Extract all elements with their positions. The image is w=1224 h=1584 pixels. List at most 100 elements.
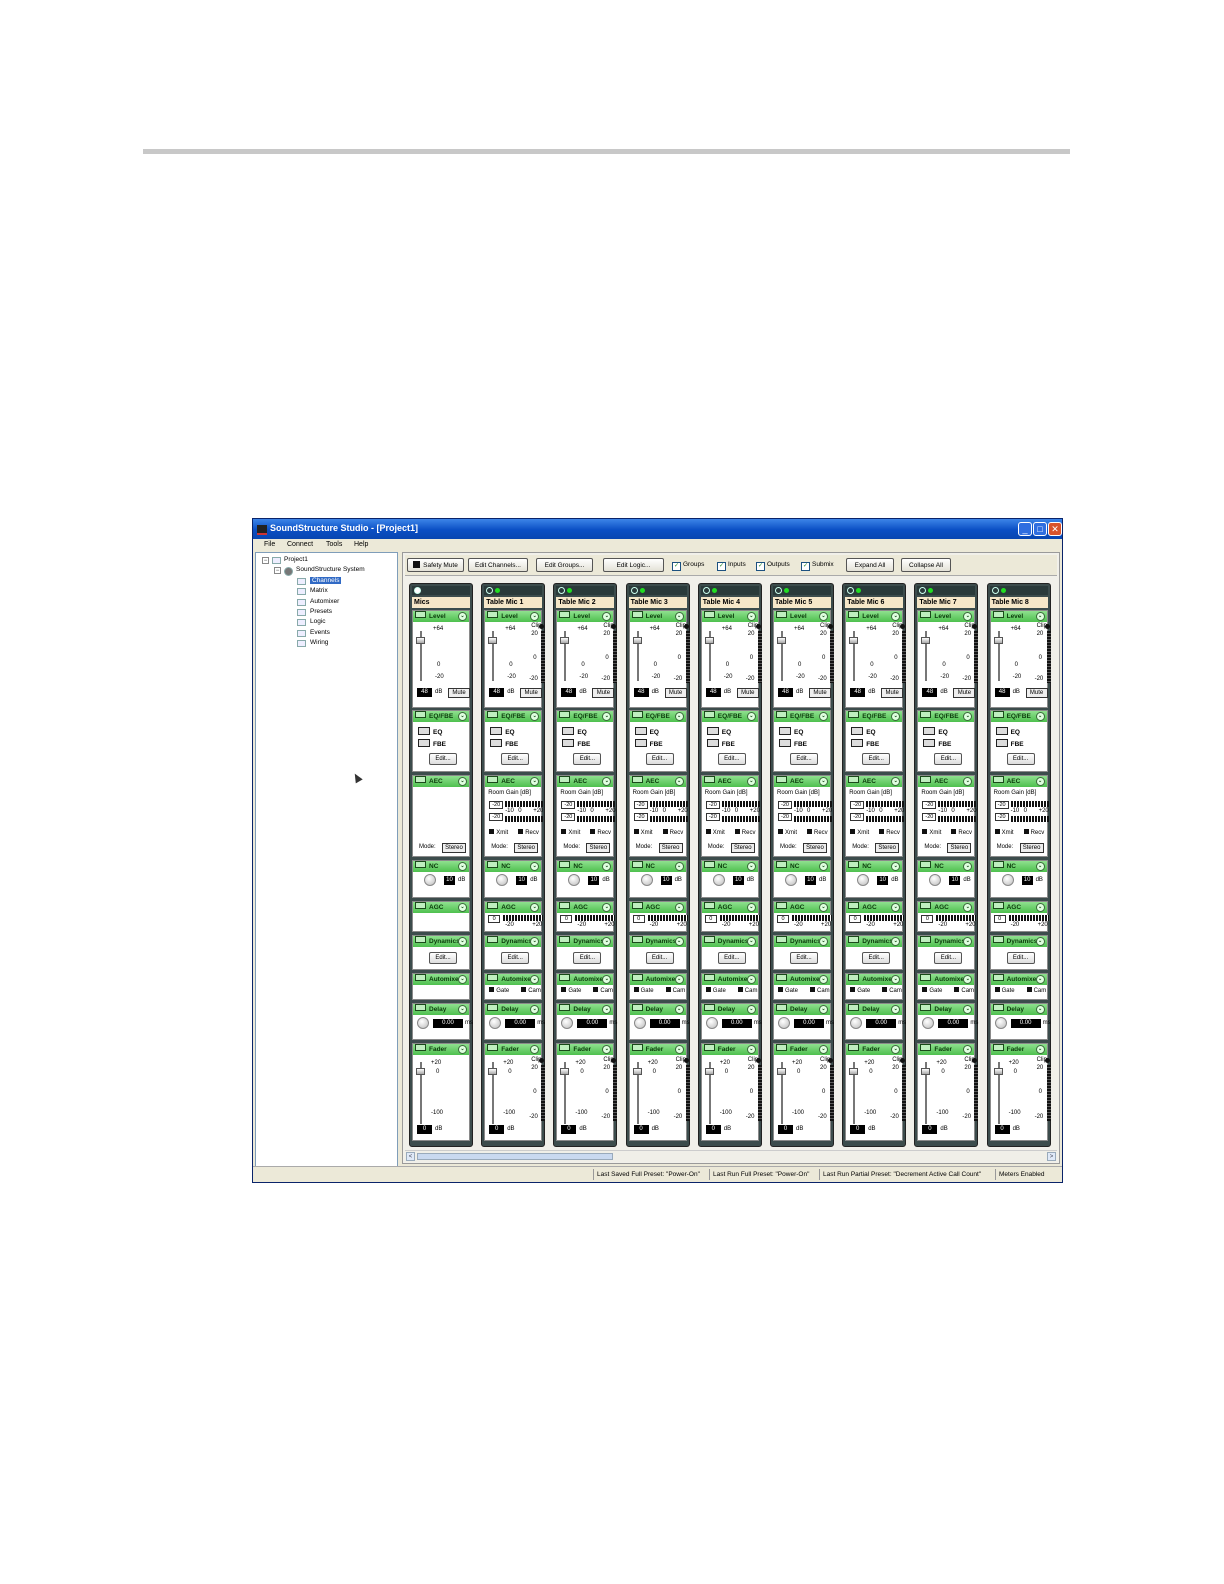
dynamics-header[interactable]: Dynamics ⌄ xyxy=(774,936,830,947)
eq-edit-button[interactable]: Edit... xyxy=(645,753,674,765)
eq-edit-button[interactable]: Edit... xyxy=(790,753,818,765)
toggle-icon[interactable] xyxy=(631,936,643,943)
chevron-down-icon[interactable]: ⌄ xyxy=(458,903,467,912)
level-header[interactable]: Level ⌄ xyxy=(557,611,614,622)
dynamics-edit-button[interactable]: Edit... xyxy=(645,952,674,964)
aec-header[interactable]: AEC ⌄ xyxy=(629,776,686,787)
chevron-down-icon[interactable]: ⌄ xyxy=(963,777,973,786)
level-slider-thumb[interactable] xyxy=(849,637,859,644)
toggle-icon[interactable] xyxy=(848,611,860,618)
fader-thumb[interactable] xyxy=(849,1068,859,1075)
toggle-icon[interactable] xyxy=(559,776,571,783)
toggle-icon[interactable] xyxy=(559,902,571,909)
automixer-header[interactable]: Automixer ⌄ xyxy=(990,974,1047,985)
strip-header[interactable] xyxy=(917,586,976,595)
toggle-icon[interactable] xyxy=(415,611,426,618)
fader-thumb[interactable] xyxy=(632,1068,642,1075)
toggle-icon[interactable] xyxy=(631,974,643,981)
dynamics-header[interactable]: Dynamics ⌄ xyxy=(413,936,469,947)
chevron-down-icon[interactable]: ⌄ xyxy=(530,975,540,984)
fader-readout[interactable]: 0 xyxy=(705,1125,721,1134)
toggle-icon[interactable] xyxy=(487,776,499,783)
room-gain-box[interactable]: -20 xyxy=(778,813,792,821)
level-header[interactable]: Level ⌄ xyxy=(629,611,686,622)
eq-toggle[interactable]: EQ xyxy=(995,727,1020,736)
chevron-down-icon[interactable]: ⌄ xyxy=(819,712,828,721)
submix-checkbox[interactable]: ✓ Submix xyxy=(801,561,834,571)
aec-mode-select[interactable]: Stereo xyxy=(514,843,539,853)
aec-mode-select[interactable]: Stereo xyxy=(730,843,755,853)
toggle-icon[interactable] xyxy=(920,711,932,718)
eq-toggle[interactable]: EQ xyxy=(706,727,731,736)
room-gain-box[interactable]: -20 xyxy=(922,813,937,821)
menu-tools[interactable]: Tools xyxy=(326,541,342,548)
mute-button[interactable]: Mute xyxy=(953,688,976,698)
eq-toggle[interactable]: EQ xyxy=(562,727,587,736)
toggle-icon[interactable] xyxy=(992,861,1004,868)
fader-header[interactable]: Fader ⌄ xyxy=(774,1044,830,1055)
toggle-icon[interactable] xyxy=(559,611,571,618)
level-slider-thumb[interactable] xyxy=(560,637,570,644)
chevron-down-icon[interactable]: ⌄ xyxy=(602,1045,612,1054)
chevron-down-icon[interactable]: ⌄ xyxy=(602,975,612,984)
mute-button[interactable]: Mute xyxy=(1025,688,1048,698)
toggle-icon[interactable] xyxy=(848,1044,860,1051)
agc-header[interactable]: AGC ⌄ xyxy=(485,902,542,913)
level-readout[interactable]: 48 xyxy=(994,688,1010,697)
toggle-icon[interactable] xyxy=(848,974,860,981)
toggle-icon[interactable] xyxy=(920,902,932,909)
inputs-checkbox[interactable]: ✓ Inputs xyxy=(717,561,746,571)
nc-readout[interactable]: 10 xyxy=(516,876,528,885)
chevron-down-icon[interactable]: ⌄ xyxy=(458,777,467,786)
chevron-down-icon[interactable]: ⌄ xyxy=(602,612,612,621)
delay-header[interactable]: Delay ⌄ xyxy=(557,1004,614,1015)
toggle-icon[interactable] xyxy=(776,611,787,618)
fbe-toggle[interactable]: FBE xyxy=(634,739,663,748)
channel-name[interactable]: Table Mic 3 xyxy=(628,597,687,608)
eqfbe-header[interactable]: EQ/FBE ⌄ xyxy=(918,711,975,722)
chevron-down-icon[interactable]: ⌄ xyxy=(891,862,901,871)
nc-knob[interactable] xyxy=(424,874,436,886)
toggle-icon[interactable] xyxy=(487,1044,499,1051)
nc-header[interactable]: NC ⌄ xyxy=(413,861,469,872)
toggle-icon[interactable] xyxy=(559,974,571,981)
chevron-down-icon[interactable]: ⌄ xyxy=(602,777,612,786)
expand-all-button[interactable]: Expand All xyxy=(846,558,894,572)
tree-item-logic[interactable]: Logic xyxy=(310,618,326,625)
room-gain-box[interactable]: -20 xyxy=(633,813,648,821)
chevron-down-icon[interactable]: ⌄ xyxy=(746,862,756,871)
fader-thumb[interactable] xyxy=(921,1068,931,1075)
nc-header[interactable]: NC ⌄ xyxy=(701,861,758,872)
fader-readout[interactable]: 0 xyxy=(922,1125,938,1134)
automixer-header[interactable]: Automixer ⌄ xyxy=(701,974,758,985)
agc-box[interactable]: 0 xyxy=(704,915,717,923)
level-slider-thumb[interactable] xyxy=(632,637,642,644)
tree-item-wiring[interactable]: Wiring xyxy=(310,639,328,646)
level-header[interactable]: Level ⌄ xyxy=(701,611,758,622)
expand-icon[interactable]: − xyxy=(262,557,269,564)
aec-header[interactable]: AEC ⌄ xyxy=(413,776,469,787)
dynamics-edit-button[interactable]: Edit... xyxy=(934,952,963,964)
toggle-icon[interactable] xyxy=(992,902,1004,909)
dynamics-edit-button[interactable]: Edit... xyxy=(573,952,602,964)
agc-header[interactable]: AGC ⌄ xyxy=(846,902,903,913)
chevron-down-icon[interactable]: ⌄ xyxy=(458,975,467,984)
toggle-icon[interactable] xyxy=(703,861,715,868)
dynamics-header[interactable]: Dynamics ⌄ xyxy=(846,936,903,947)
toggle-icon[interactable] xyxy=(776,902,787,909)
nc-readout[interactable]: 10 xyxy=(588,876,600,885)
level-readout[interactable]: 48 xyxy=(778,688,793,697)
toggle-icon[interactable] xyxy=(631,861,643,868)
edit-logic-button[interactable]: Edit Logic... xyxy=(603,558,664,572)
outputs-checkbox[interactable]: ✓ Outputs xyxy=(756,561,790,571)
chevron-down-icon[interactable]: ⌄ xyxy=(819,937,828,946)
level-slider-thumb[interactable] xyxy=(488,637,498,644)
delay-knob[interactable] xyxy=(850,1017,863,1029)
dynamics-header[interactable]: Dynamics ⌄ xyxy=(557,936,614,947)
edit-groups-button[interactable]: Edit Groups... xyxy=(536,558,593,572)
chevron-down-icon[interactable]: ⌄ xyxy=(819,777,828,786)
nc-header[interactable]: NC ⌄ xyxy=(485,861,542,872)
dynamics-edit-button[interactable]: Edit... xyxy=(501,952,530,964)
delay-header[interactable]: Delay ⌄ xyxy=(629,1004,686,1015)
aec-mode-select[interactable]: Stereo xyxy=(658,843,683,853)
